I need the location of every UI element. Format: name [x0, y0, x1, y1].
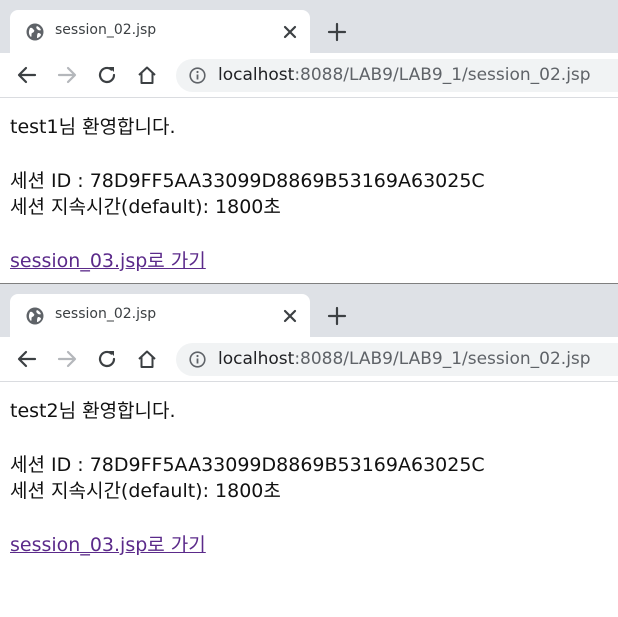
- globe-icon: [26, 23, 44, 41]
- toolbar: localhost:8088/LAB9/LAB9_1/session_02.js…: [0, 337, 618, 382]
- url-host: localhost: [218, 349, 295, 369]
- close-icon[interactable]: [280, 306, 300, 326]
- back-arrow-icon[interactable]: [16, 348, 38, 370]
- tab-strip: session_02.jsp: [0, 0, 618, 53]
- forward-arrow-icon[interactable]: [56, 348, 78, 370]
- reload-icon[interactable]: [96, 64, 118, 86]
- plus-icon[interactable]: [326, 21, 348, 43]
- info-icon[interactable]: [189, 67, 206, 84]
- tab-strip: session_02.jsp: [0, 284, 618, 337]
- url-path: :8088/LAB9/LAB9_1/session_02.jsp: [294, 65, 591, 85]
- session-timeout-text: 세션 지속시간(default): 1800초: [10, 196, 281, 218]
- page-content: test1님 환영합니다. 세션 ID : 78D9FF5AA33099D886…: [10, 114, 485, 274]
- forward-arrow-icon[interactable]: [56, 64, 78, 86]
- back-arrow-icon[interactable]: [16, 64, 38, 86]
- close-icon[interactable]: [280, 22, 300, 42]
- reload-icon[interactable]: [96, 348, 118, 370]
- browser-window-2: session_02.jsp localhost:8088/LAB9/LAB9_…: [0, 283, 618, 617]
- url-text: localhost:8088/LAB9/LAB9_1/session_02.js…: [218, 65, 591, 85]
- plus-icon[interactable]: [326, 305, 348, 327]
- session-timeout-text: 세션 지속시간(default): 1800초: [10, 480, 281, 502]
- info-icon[interactable]: [189, 351, 206, 368]
- address-bar[interactable]: localhost:8088/LAB9/LAB9_1/session_02.js…: [176, 59, 618, 92]
- home-icon[interactable]: [136, 348, 158, 370]
- url-host: localhost: [218, 65, 295, 85]
- url-path: :8088/LAB9/LAB9_1/session_02.jsp: [294, 349, 591, 369]
- globe-icon: [26, 307, 44, 325]
- session-03-link[interactable]: session_03.jsp로 가기: [10, 534, 206, 556]
- home-icon[interactable]: [136, 64, 158, 86]
- tab-title: session_02.jsp: [55, 306, 157, 322]
- session-id-text: 세션 ID : 78D9FF5AA33099D8869B53169A63025C: [10, 170, 485, 192]
- tab-title: session_02.jsp: [55, 22, 157, 38]
- session-03-link[interactable]: session_03.jsp로 가기: [10, 250, 206, 272]
- session-id-text: 세션 ID : 78D9FF5AA33099D8869B53169A63025C: [10, 454, 485, 476]
- tab-session-02[interactable]: session_02.jsp: [10, 294, 310, 337]
- welcome-message: test2님 환영합니다.: [10, 400, 176, 422]
- page-content: test2님 환영합니다. 세션 ID : 78D9FF5AA33099D886…: [10, 398, 485, 558]
- welcome-message: test1님 환영합니다.: [10, 116, 176, 138]
- browser-window-1: session_02.jsp localhost:8088/LAB9/LAB9_…: [0, 0, 618, 283]
- address-bar[interactable]: localhost:8088/LAB9/LAB9_1/session_02.js…: [176, 343, 618, 376]
- tab-session-02[interactable]: session_02.jsp: [10, 10, 310, 53]
- toolbar: localhost:8088/LAB9/LAB9_1/session_02.js…: [0, 53, 618, 98]
- url-text: localhost:8088/LAB9/LAB9_1/session_02.js…: [218, 349, 591, 369]
